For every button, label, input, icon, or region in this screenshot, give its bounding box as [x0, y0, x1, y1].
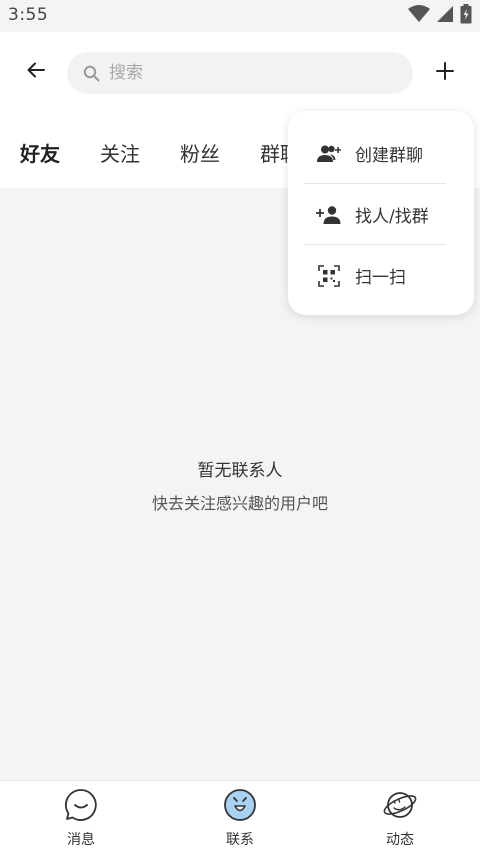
contacts-face-icon — [222, 787, 258, 823]
nav-label: 动态 — [386, 832, 414, 848]
status-time: 3:55 — [8, 5, 49, 25]
tab-following[interactable]: 关注 — [100, 138, 140, 167]
add-popup-menu: 创建群聊 找人/找群 扫一扫 — [288, 111, 474, 315]
search-icon — [83, 64, 101, 82]
status-bar: 3:55 — [0, 0, 480, 32]
add-button[interactable] — [430, 58, 460, 88]
search-box[interactable] — [67, 52, 413, 94]
group-add-icon — [316, 143, 342, 165]
empty-state-subtitle: 快去关注感兴趣的用户吧 — [151, 494, 328, 513]
status-icons — [408, 4, 472, 28]
nav-messages[interactable]: 消息 — [41, 787, 121, 849]
arrow-left-icon — [26, 60, 46, 84]
battery-charging-icon — [460, 4, 472, 28]
empty-state-title: 暂无联系人 — [197, 461, 283, 481]
nav-moments[interactable]: 动态 — [360, 787, 440, 849]
menu-item-label: 扫一扫 — [355, 268, 406, 288]
bottom-nav: 消息 联系 动态 — [0, 780, 480, 854]
menu-item-label: 找人/找群 — [355, 207, 429, 227]
planet-icon — [382, 787, 418, 823]
nav-label: 联系 — [226, 832, 254, 848]
back-button[interactable] — [20, 56, 52, 88]
menu-item-find-people[interactable]: 找人/找群 — [288, 184, 474, 245]
qr-scan-icon — [316, 264, 342, 287]
menu-item-label: 创建群聊 — [355, 146, 423, 166]
tab-fans[interactable]: 粉丝 — [180, 138, 220, 167]
nav-contacts[interactable]: 联系 — [200, 787, 280, 849]
menu-item-scan[interactable]: 扫一扫 — [288, 245, 474, 306]
plus-icon — [436, 62, 454, 84]
cellular-icon — [436, 5, 454, 27]
person-add-icon — [316, 204, 342, 226]
tab-friends[interactable]: 好友 — [20, 138, 60, 167]
menu-item-create-group[interactable]: 创建群聊 — [288, 123, 474, 184]
header — [0, 32, 480, 114]
nav-label: 消息 — [67, 832, 95, 848]
wifi-icon — [408, 5, 430, 27]
message-bubble-icon — [63, 787, 99, 823]
search-input[interactable] — [109, 63, 389, 83]
